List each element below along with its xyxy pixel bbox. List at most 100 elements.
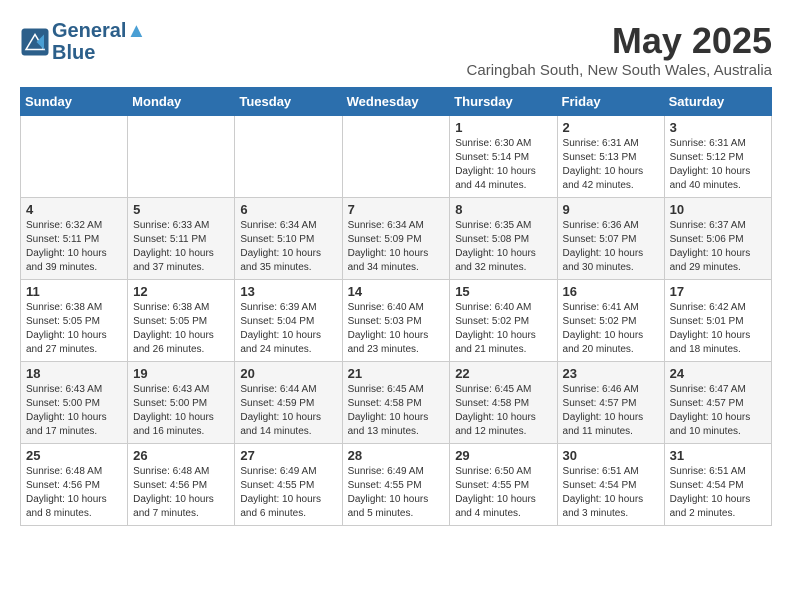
calendar-cell: 28 Sunrise: 6:49 AM Sunset: 4:55 PM Dayli… (342, 444, 450, 526)
calendar-week-row: 11Sunrise: 6:38 AM Sunset: 5:05 PM Dayli… (21, 280, 772, 362)
calendar-cell: 2 Sunrise: 6:31 AM Sunset: 5:13 PM Daylig… (557, 116, 664, 198)
day-info: Sunrise: 6:34 AM Sunset: 5:10 PM Dayligh… (240, 219, 336, 275)
calendar-cell: 15 Sunrise: 6:40 AM Sunset: 5:02 PM Dayli… (450, 280, 557, 362)
day-number: 25 (26, 448, 122, 463)
header-cell-sunday: Sunday (21, 88, 128, 116)
day-number: 1 (455, 120, 551, 135)
header-cell-friday: Friday (557, 88, 664, 116)
day-number: 31 (670, 448, 766, 463)
day-info: Sunrise: 6:35 AM Sunset: 5:08 PM Dayligh… (455, 219, 551, 275)
calendar-cell: 13 Sunrise: 6:39 AM Sunset: 5:04 PM Dayli… (235, 280, 342, 362)
day-number: 29 (455, 448, 551, 463)
day-number: 4 (26, 202, 122, 217)
month-title: May 2025 (467, 20, 772, 62)
calendar-cell: 27Sunrise: 6:49 AM Sunset: 4:55 PM Dayli… (235, 444, 342, 526)
calendar-cell: 11Sunrise: 6:38 AM Sunset: 5:05 PM Dayli… (21, 280, 128, 362)
day-number: 7 (348, 202, 445, 217)
day-number: 12 (133, 284, 229, 299)
calendar-body: 1 Sunrise: 6:30 AM Sunset: 5:14 PM Daylig… (21, 116, 772, 526)
day-info: Sunrise: 6:39 AM Sunset: 5:04 PM Dayligh… (240, 301, 336, 357)
day-number: 19 (133, 366, 229, 381)
day-info: Sunrise: 6:37 AM Sunset: 5:06 PM Dayligh… (670, 219, 766, 275)
day-info: Sunrise: 6:49 AM Sunset: 4:55 PM Dayligh… (348, 465, 445, 521)
calendar-cell: 20 Sunrise: 6:44 AM Sunset: 4:59 PM Dayli… (235, 362, 342, 444)
calendar-cell: 19 Sunrise: 6:43 AM Sunset: 5:00 PM Dayli… (128, 362, 235, 444)
header-cell-wednesday: Wednesday (342, 88, 450, 116)
day-info: Sunrise: 6:31 AM Sunset: 5:12 PM Dayligh… (670, 137, 766, 193)
calendar-cell (342, 116, 450, 198)
day-number: 15 (455, 284, 551, 299)
day-number: 17 (670, 284, 766, 299)
logo: General▲ Blue (20, 20, 146, 64)
day-number: 28 (348, 448, 445, 463)
calendar-cell: 24 Sunrise: 6:47 AM Sunset: 4:57 PM Dayli… (664, 362, 771, 444)
day-number: 2 (563, 120, 659, 135)
day-info: Sunrise: 6:46 AM Sunset: 4:57 PM Dayligh… (563, 383, 659, 439)
calendar-cell: 7 Sunrise: 6:34 AM Sunset: 5:09 PM Daylig… (342, 198, 450, 280)
day-number: 13 (240, 284, 336, 299)
header-cell-tuesday: Tuesday (235, 88, 342, 116)
calendar-cell: 5Sunrise: 6:33 AM Sunset: 5:11 PM Daylig… (128, 198, 235, 280)
day-info: Sunrise: 6:51 AM Sunset: 4:54 PM Dayligh… (563, 465, 659, 521)
day-number: 18 (26, 366, 122, 381)
day-number: 21 (348, 366, 445, 381)
day-number: 22 (455, 366, 551, 381)
day-info: Sunrise: 6:47 AM Sunset: 4:57 PM Dayligh… (670, 383, 766, 439)
day-info: Sunrise: 6:34 AM Sunset: 5:09 PM Dayligh… (348, 219, 445, 275)
calendar-week-row: 18 Sunrise: 6:43 AM Sunset: 5:00 PM Dayli… (21, 362, 772, 444)
calendar-cell: 6 Sunrise: 6:34 AM Sunset: 5:10 PM Daylig… (235, 198, 342, 280)
day-info: Sunrise: 6:43 AM Sunset: 5:00 PM Dayligh… (133, 383, 229, 439)
day-number: 24 (670, 366, 766, 381)
title-block: May 2025 Caringbah South, New South Wale… (467, 20, 772, 79)
day-number: 6 (240, 202, 336, 217)
subtitle: Caringbah South, New South Wales, Austra… (467, 62, 772, 79)
calendar-cell: 29 Sunrise: 6:50 AM Sunset: 4:55 PM Dayli… (450, 444, 557, 526)
header-cell-saturday: Saturday (664, 88, 771, 116)
calendar-cell: 17 Sunrise: 6:42 AM Sunset: 5:01 PM Dayli… (664, 280, 771, 362)
calendar-cell: 21Sunrise: 6:45 AM Sunset: 4:58 PM Dayli… (342, 362, 450, 444)
day-number: 10 (670, 202, 766, 217)
calendar-cell: 30 Sunrise: 6:51 AM Sunset: 4:54 PM Dayli… (557, 444, 664, 526)
day-info: Sunrise: 6:42 AM Sunset: 5:01 PM Dayligh… (670, 301, 766, 357)
day-number: 23 (563, 366, 659, 381)
day-info: Sunrise: 6:40 AM Sunset: 5:02 PM Dayligh… (455, 301, 551, 357)
calendar-cell: 23 Sunrise: 6:46 AM Sunset: 4:57 PM Dayli… (557, 362, 664, 444)
day-info: Sunrise: 6:40 AM Sunset: 5:03 PM Dayligh… (348, 301, 445, 357)
day-info: Sunrise: 6:49 AM Sunset: 4:55 PM Dayligh… (240, 465, 336, 521)
day-info: Sunrise: 6:31 AM Sunset: 5:13 PM Dayligh… (563, 137, 659, 193)
calendar-cell: 3 Sunrise: 6:31 AM Sunset: 5:12 PM Daylig… (664, 116, 771, 198)
day-info: Sunrise: 6:30 AM Sunset: 5:14 PM Dayligh… (455, 137, 551, 193)
day-info: Sunrise: 6:44 AM Sunset: 4:59 PM Dayligh… (240, 383, 336, 439)
calendar-cell: 14 Sunrise: 6:40 AM Sunset: 5:03 PM Dayli… (342, 280, 450, 362)
calendar-cell: 25 Sunrise: 6:48 AM Sunset: 4:56 PM Dayli… (21, 444, 128, 526)
calendar-cell: 10 Sunrise: 6:37 AM Sunset: 5:06 PM Dayli… (664, 198, 771, 280)
header-cell-thursday: Thursday (450, 88, 557, 116)
calendar-week-row: 25 Sunrise: 6:48 AM Sunset: 4:56 PM Dayli… (21, 444, 772, 526)
day-number: 20 (240, 366, 336, 381)
day-number: 16 (563, 284, 659, 299)
calendar-cell (235, 116, 342, 198)
day-info: Sunrise: 6:45 AM Sunset: 4:58 PM Dayligh… (455, 383, 551, 439)
day-number: 9 (563, 202, 659, 217)
calendar-week-row: 1 Sunrise: 6:30 AM Sunset: 5:14 PM Daylig… (21, 116, 772, 198)
day-number: 30 (563, 448, 659, 463)
day-info: Sunrise: 6:48 AM Sunset: 4:56 PM Dayligh… (133, 465, 229, 521)
day-info: Sunrise: 6:50 AM Sunset: 4:55 PM Dayligh… (455, 465, 551, 521)
logo-text: General▲ Blue (52, 20, 146, 64)
calendar-cell: 18Sunrise: 6:43 AM Sunset: 5:00 PM Dayli… (21, 362, 128, 444)
calendar-cell: 12Sunrise: 6:38 AM Sunset: 5:05 PM Dayli… (128, 280, 235, 362)
day-number: 3 (670, 120, 766, 135)
calendar-cell (128, 116, 235, 198)
calendar-cell (21, 116, 128, 198)
day-info: Sunrise: 6:48 AM Sunset: 4:56 PM Dayligh… (26, 465, 122, 521)
calendar-cell: 1 Sunrise: 6:30 AM Sunset: 5:14 PM Daylig… (450, 116, 557, 198)
day-info: Sunrise: 6:41 AM Sunset: 5:02 PM Dayligh… (563, 301, 659, 357)
day-info: Sunrise: 6:36 AM Sunset: 5:07 PM Dayligh… (563, 219, 659, 275)
calendar-week-row: 4Sunrise: 6:32 AM Sunset: 5:11 PM Daylig… (21, 198, 772, 280)
logo-icon (20, 27, 50, 57)
day-info: Sunrise: 6:38 AM Sunset: 5:05 PM Dayligh… (26, 301, 122, 357)
calendar-cell: 26Sunrise: 6:48 AM Sunset: 4:56 PM Dayli… (128, 444, 235, 526)
day-number: 5 (133, 202, 229, 217)
calendar-table: SundayMondayTuesdayWednesdayThursdayFrid… (20, 87, 772, 526)
day-number: 14 (348, 284, 445, 299)
